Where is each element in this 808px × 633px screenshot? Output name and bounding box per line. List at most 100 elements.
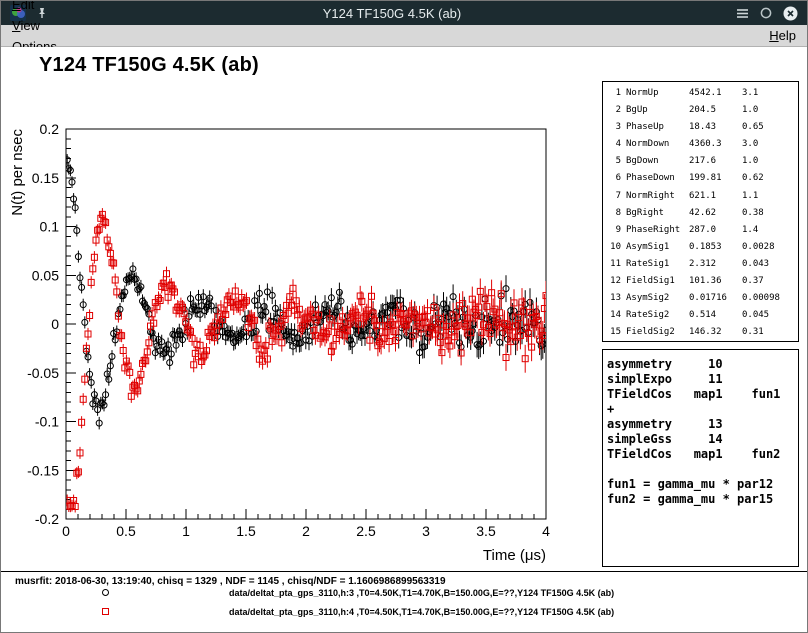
- svg-text:0.05: 0.05: [32, 267, 59, 283]
- parameter-row: 8BgRight42.620.38: [607, 205, 794, 222]
- parameter-row: 14 RateSig2 0.514 0.045: [607, 307, 794, 324]
- parameter-idx: 15: [607, 324, 621, 341]
- parameter-pname: AsymSig2: [626, 290, 684, 307]
- parameter-pname: PhaseUp: [626, 119, 684, 136]
- parameter-perr: 0.045: [742, 307, 794, 324]
- svg-text:0.5: 0.5: [116, 523, 136, 539]
- parameter-idx: 12: [607, 273, 621, 290]
- plot-title: Y124 TF150G 4.5K (ab): [39, 54, 259, 77]
- parameter-perr: 0.62: [742, 170, 794, 187]
- parameter-pval: 101.36: [689, 273, 737, 290]
- parameter-pname: BgDown: [626, 153, 684, 170]
- parameter-pval: 204.5: [689, 102, 737, 119]
- parameter-row: 15FieldSig2146.320.31: [607, 324, 794, 341]
- parameter-pval: 4542.1: [689, 85, 737, 102]
- parameter-idx: 6: [607, 170, 621, 187]
- circle-marker-icon: [102, 589, 109, 596]
- parameter-row: 1NormUp4542.13.1: [607, 85, 794, 102]
- parameter-pval: 2.312: [689, 256, 737, 273]
- parameter-pname: BgRight: [626, 205, 684, 222]
- parameter-pname: RateSig1: [626, 256, 684, 273]
- parameter-pname: NormDown: [626, 136, 684, 153]
- parameter-perr: 0.0028: [742, 239, 794, 256]
- shade-icon[interactable]: [758, 5, 774, 21]
- svg-text:0.15: 0.15: [32, 170, 59, 186]
- fit-info: musrfit: 2018-06-30, 13:19:40, chisq = 1…: [15, 576, 446, 587]
- root-canvas: Y124 TF150G 4.5K (ab) 0.20.150.10.050-0.…: [1, 47, 807, 632]
- close-icon[interactable]: [782, 5, 798, 21]
- parameter-perr: 1.0: [742, 102, 794, 119]
- parameter-pval: 42.62: [689, 205, 737, 222]
- parameter-row: 10AsymSig10.18530.0028: [607, 239, 794, 256]
- parameter-pval: 0.1853: [689, 239, 737, 256]
- parameter-row: 11 RateSig1 2.312 0.043: [607, 256, 794, 273]
- legend-entry: data/deltat_pta_gps_3110,h:3 ,T0=4.50K,T…: [1, 588, 807, 602]
- parameter-pval: 4360.3: [689, 136, 737, 153]
- parameter-pname: NormRight: [626, 188, 684, 205]
- parameter-row: 12FieldSig1101.360.37: [607, 273, 794, 290]
- parameter-perr: 0.31: [742, 324, 794, 341]
- parameter-idx: 11: [607, 256, 621, 273]
- svg-text:3.5: 3.5: [476, 523, 496, 539]
- parameter-row: 5 BgDown 217.6 1.0: [607, 153, 794, 170]
- parameter-perr: 1.1: [742, 188, 794, 205]
- parameter-pname: NormUp: [626, 85, 684, 102]
- parameter-pval: 217.6: [689, 153, 737, 170]
- parameter-pname: PhaseDown: [626, 170, 684, 187]
- parameter-idx: 4: [607, 136, 621, 153]
- svg-text:Time (μs): Time (μs): [483, 547, 546, 564]
- square-marker-icon: [102, 608, 109, 615]
- window-menu-icon[interactable]: [734, 5, 750, 21]
- parameter-pval: 287.0: [689, 222, 737, 239]
- parameter-idx: 5: [607, 153, 621, 170]
- parameter-pname: RateSig2: [626, 307, 684, 324]
- theory-line: fun1 = gamma_mu * par12: [607, 477, 794, 492]
- parameter-pval: 0.514: [689, 307, 737, 324]
- theory-line: fun2 = gamma_mu * par15: [607, 492, 794, 507]
- parameter-idx: 3: [607, 119, 621, 136]
- parameter-pname: AsymSig1: [626, 239, 684, 256]
- svg-text:0.2: 0.2: [40, 121, 60, 137]
- menu-edit[interactable]: Edit: [4, 0, 65, 15]
- theory-line: simpleGss 14: [607, 432, 794, 447]
- theory-line: asymmetry 13: [607, 417, 794, 432]
- menu-view[interactable]: View: [4, 15, 65, 36]
- svg-text:2.5: 2.5: [356, 523, 376, 539]
- parameter-row: 7NormRight621.11.1: [607, 188, 794, 205]
- parameter-row: 4 NormDown 4360.3 3.0: [607, 136, 794, 153]
- svg-text:0: 0: [62, 523, 70, 539]
- legend-text: data/deltat_pta_gps_3110,h:3 ,T0=4.50K,T…: [229, 588, 614, 598]
- svg-text:-0.2: -0.2: [35, 511, 59, 527]
- parameter-perr: 1.0: [742, 153, 794, 170]
- svg-text:2: 2: [302, 523, 310, 539]
- parameter-pname: FieldSig1: [626, 273, 684, 290]
- menu-bar: FileEditViewOptionsToolsMusrfit Help: [1, 25, 807, 47]
- parameter-idx: 13: [607, 290, 621, 307]
- svg-text:1.5: 1.5: [236, 523, 256, 539]
- parameter-idx: 2: [607, 102, 621, 119]
- title-bar: Y124 TF150G 4.5K (ab): [1, 1, 807, 25]
- menu-help[interactable]: Help: [761, 25, 804, 46]
- parameter-perr: 0.043: [742, 256, 794, 273]
- parameter-perr: 0.65: [742, 119, 794, 136]
- svg-text:-0.15: -0.15: [27, 462, 59, 478]
- svg-text:-0.05: -0.05: [27, 365, 59, 381]
- svg-text:1: 1: [182, 523, 190, 539]
- parameter-idx: 8: [607, 205, 621, 222]
- parameter-pname: FieldSig2: [626, 324, 684, 341]
- svg-text:3: 3: [422, 523, 430, 539]
- parameter-row: 6PhaseDown199.810.62: [607, 170, 794, 187]
- legend-entry: data/deltat_pta_gps_3110,h:4 ,T0=4.50K,T…: [1, 607, 807, 621]
- parameter-row: 2BgUp204.51.0: [607, 102, 794, 119]
- parameter-idx: 14: [607, 307, 621, 324]
- theory-line: asymmetry 10: [607, 357, 794, 372]
- parameter-perr: 3.1: [742, 85, 794, 102]
- theory-line: +: [607, 402, 794, 417]
- plot-canvas[interactable]: 0.20.150.10.050-0.05-0.1-0.15-0.200.511.…: [1, 83, 601, 571]
- parameter-pname: PhaseRight: [626, 222, 684, 239]
- parameter-row: 9PhaseRight287.01.4: [607, 222, 794, 239]
- parameter-perr: 3.0: [742, 136, 794, 153]
- parameter-box: 1NormUp4542.13.12BgUp204.51.03PhaseUp18.…: [602, 81, 799, 342]
- parameter-perr: 0.00098: [742, 290, 794, 307]
- parameter-idx: 7: [607, 188, 621, 205]
